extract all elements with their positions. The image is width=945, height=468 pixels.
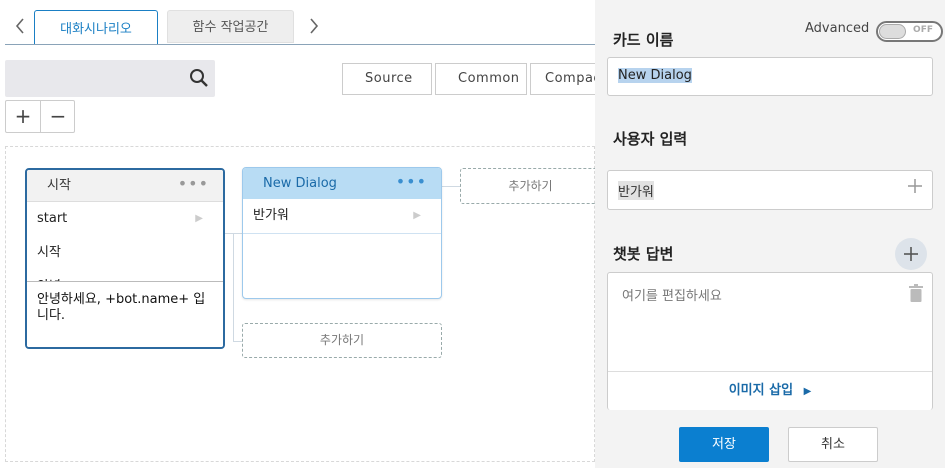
card-name-value: New Dialog <box>618 68 692 83</box>
insert-image-label: 이미지 삽입 <box>728 383 794 398</box>
card-response-text: 안녕하세요, +bot.name+ 입니다. <box>37 292 206 323</box>
advanced-toggle[interactable]: OFF <box>876 21 943 42</box>
tab-divider <box>5 44 595 45</box>
card-input-text: 반가워 <box>253 208 289 223</box>
card-input-text: 시작 <box>37 245 61 260</box>
view-compact-button[interactable]: Compac <box>530 63 595 95</box>
button-label: Compac <box>545 71 595 86</box>
card-edit-panel: 카드 이름 Advanced OFF New Dialog 사용자 입력 반가워… <box>595 0 945 468</box>
card-name-label: 카드 이름 <box>613 31 674 49</box>
bot-answer-placeholder: 여기를 편집하세요 <box>622 289 722 304</box>
card-input-row[interactable]: start ▶ <box>27 202 223 236</box>
connector-line <box>442 186 460 187</box>
tab-prev-arrow[interactable] <box>10 14 30 38</box>
tab-function-workspace[interactable]: 함수 작업공간 <box>167 10 294 43</box>
tab-label: 대화시나리오 <box>60 22 132 37</box>
tab-label: 함수 작업공간 <box>192 20 269 35</box>
zoom-in-button[interactable]: + <box>6 101 41 132</box>
user-input-field[interactable]: 반가워 <box>607 170 933 210</box>
button-label: 저장 <box>712 437 736 452</box>
advanced-label: Advanced <box>805 21 870 36</box>
trash-icon[interactable] <box>908 284 924 307</box>
toggle-state: OFF <box>913 25 933 35</box>
save-button[interactable]: 저장 <box>679 427 769 462</box>
add-card-label: 추가하기 <box>319 333 365 347</box>
tab-next-arrow[interactable] <box>304 14 324 38</box>
connector-line <box>233 233 234 341</box>
zoom-controls: + − <box>5 100 75 133</box>
card-input-row[interactable]: 시작 <box>27 236 223 270</box>
zoom-out-icon: − <box>49 104 67 128</box>
view-source-button[interactable]: Source <box>342 63 432 95</box>
card-name-field[interactable]: New Dialog <box>607 57 933 96</box>
button-label: Source <box>365 71 413 86</box>
card-header: 시작 ••• <box>27 170 223 202</box>
toggle-knob <box>879 24 906 39</box>
connector-line <box>233 341 242 342</box>
bot-answer-label: 챗봇 답변 <box>613 245 674 263</box>
user-input-label: 사용자 입력 <box>613 130 688 148</box>
cancel-button[interactable]: 취소 <box>788 427 878 462</box>
button-label: Common <box>458 71 520 86</box>
card-title: New Dialog <box>263 176 337 191</box>
search-icon[interactable] <box>187 66 211 90</box>
card-input-row[interactable]: 반가워 ▶ <box>243 199 441 234</box>
more-options-icon[interactable]: ••• <box>178 170 209 198</box>
zoom-in-icon: + <box>14 104 32 128</box>
button-label: 취소 <box>821 437 845 452</box>
search-input[interactable] <box>5 60 215 97</box>
play-arrow-icon: ▶ <box>803 386 812 397</box>
dialog-card-start[interactable]: 시작 ••• start ▶ 시작 안녕 안녕하세요, +bot.name+ 입… <box>25 168 225 349</box>
zoom-out-button[interactable]: − <box>41 101 75 132</box>
card-response[interactable]: 안녕하세요, +bot.name+ 입니다. <box>27 281 223 347</box>
caret-right-icon: ▶ <box>413 210 421 221</box>
card-input-text: start <box>37 211 68 226</box>
bot-answer-field[interactable]: 여기를 편집하세요 이미지 삽입 ▶ <box>607 272 933 410</box>
card-header: New Dialog ••• <box>243 168 441 199</box>
user-input-value: 반가워 <box>618 181 654 200</box>
view-common-button[interactable]: Common <box>435 63 527 95</box>
add-input-icon[interactable] <box>906 177 924 199</box>
add-answer-button[interactable] <box>895 238 927 270</box>
add-card-button[interactable]: 추가하기 <box>460 168 600 204</box>
caret-right-icon: ▶ <box>195 213 203 224</box>
add-card-button[interactable]: 추가하기 <box>242 323 442 358</box>
more-options-icon[interactable]: ••• <box>396 168 427 196</box>
insert-image-button[interactable]: 이미지 삽입 ▶ <box>608 372 932 410</box>
dialog-card-new-dialog[interactable]: New Dialog ••• 반가워 ▶ <box>242 167 442 299</box>
add-card-label: 추가하기 <box>508 179 553 193</box>
tab-dialog-scenario[interactable]: 대화시나리오 <box>34 10 158 45</box>
card-title: 시작 <box>47 178 71 193</box>
